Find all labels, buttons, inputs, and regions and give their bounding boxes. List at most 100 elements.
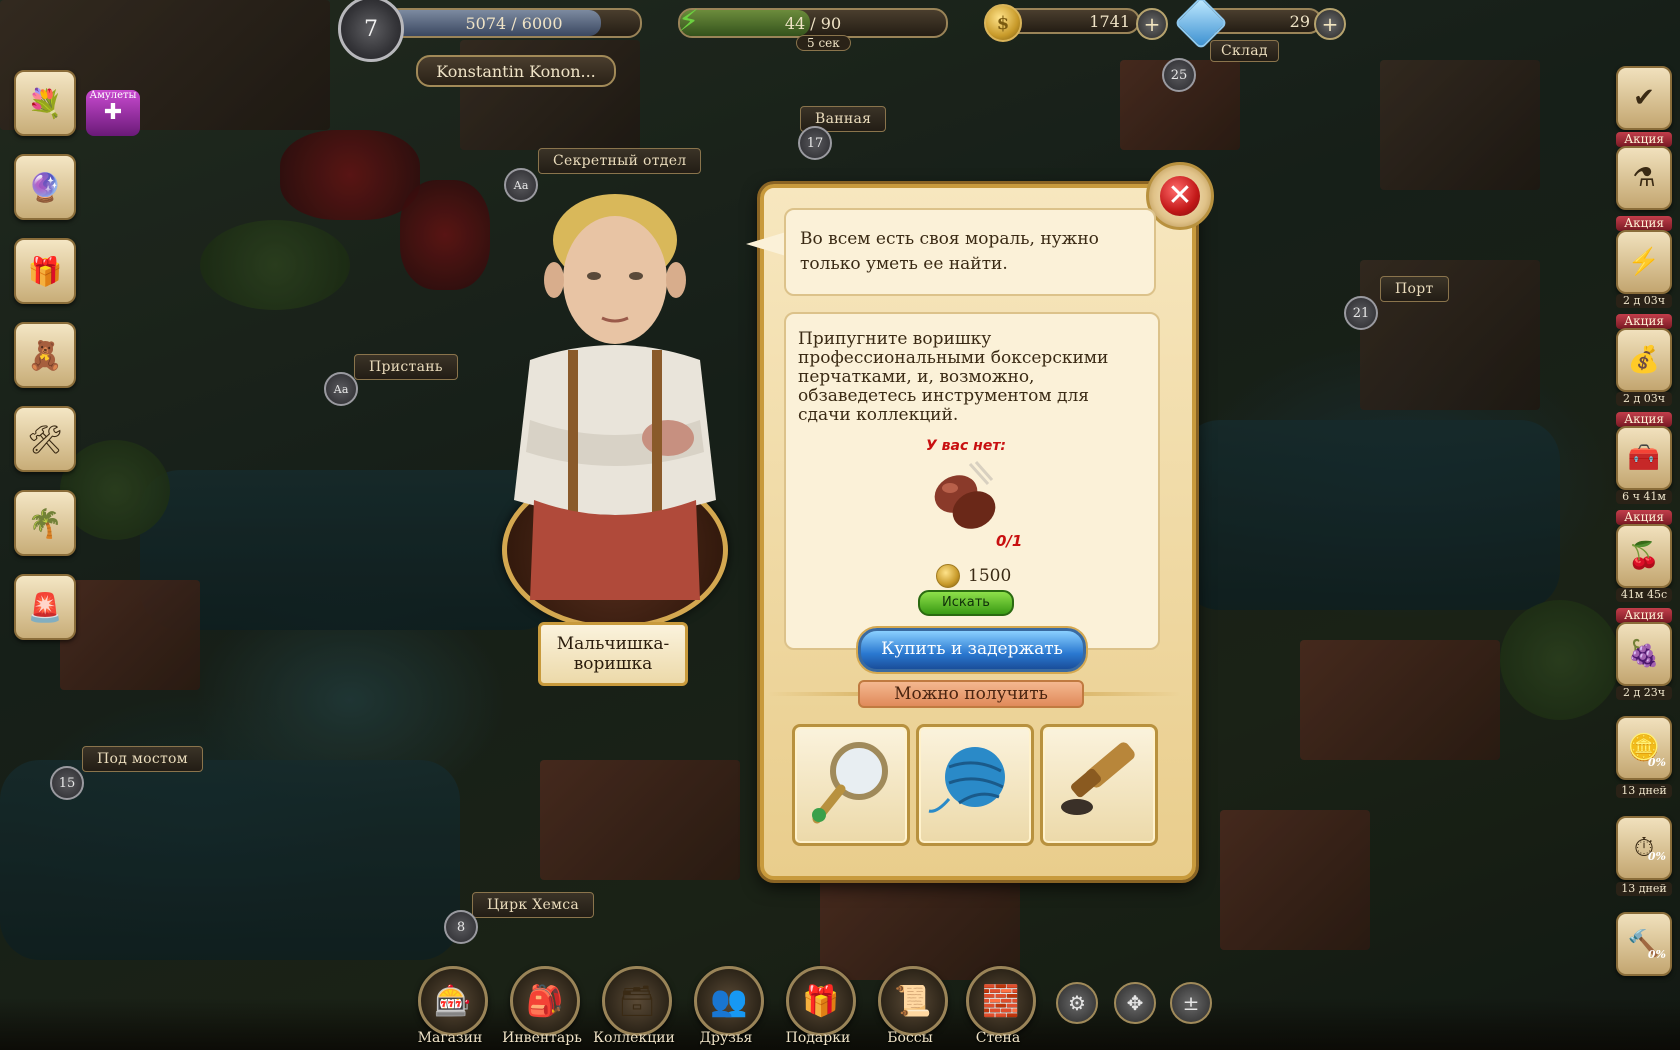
gift-icon: 🎁 (27, 254, 63, 288)
close-icon: ✕ (1160, 176, 1200, 216)
spyglass-icon (1061, 742, 1135, 815)
item-price-value: 1500 (968, 566, 1012, 586)
reward-slot-2[interactable] (916, 724, 1034, 846)
right-button-check[interactable]: ✔ (1616, 66, 1672, 130)
gifts-label: Подарки (785, 1030, 851, 1046)
promo-tag: Акция (1616, 314, 1672, 329)
promo-button-2[interactable]: ⚡ (1616, 230, 1672, 294)
buy-and-arrest-button[interactable]: Купить и задержать (858, 628, 1086, 672)
siren-icon: 🚨 (27, 590, 63, 624)
xp-bar: 5074 / 6000 (386, 8, 642, 38)
search-button[interactable]: Искать (918, 590, 1014, 616)
settings-button[interactable]: ⚙ (1056, 982, 1098, 1024)
warehouse-label[interactable]: Склад (1210, 40, 1279, 62)
inventory-icon: 🎒 (526, 983, 564, 1019)
location-label-under-bridge[interactable]: Под мостом (82, 746, 203, 772)
zoom-button[interactable]: ± (1170, 982, 1212, 1024)
progress-button-2[interactable]: ⏱ (1616, 816, 1672, 880)
shop-button[interactable]: 🎰 (418, 966, 488, 1036)
bosses-button[interactable]: 📜 (878, 966, 948, 1036)
progress-percent: 0% (1647, 948, 1666, 961)
coins-value: 1741 (1089, 11, 1130, 31)
friends-icon: 👥 (710, 983, 748, 1019)
side-button-palm[interactable]: 🌴 (14, 490, 76, 556)
coin-icon (936, 564, 960, 588)
xp-text: 5074 / 6000 (465, 13, 563, 33)
progress-timer: 13 дней (1616, 784, 1672, 798)
side-button-gift[interactable]: 🎁 (14, 238, 76, 304)
boxing-gloves-icon[interactable] (926, 454, 1006, 534)
yarn-ball-icon (928, 747, 1005, 813)
location-label-pier[interactable]: Пристань (354, 354, 458, 380)
fullscreen-button[interactable]: ✥ (1114, 982, 1156, 1024)
rewards-header: Можно получить (858, 680, 1084, 708)
promo-tag: Акция (1616, 608, 1672, 623)
task-panel: Припугните воришку профессиональными бок… (784, 312, 1160, 650)
promo-button-1[interactable]: ⚗ (1616, 146, 1672, 210)
amulets-button[interactable]: 💐 (14, 70, 76, 136)
task-description: Припугните воришку профессиональными бок… (798, 329, 1109, 425)
progress-percent: 0% (1647, 850, 1666, 863)
gifts-button[interactable]: 🎁 (786, 966, 856, 1036)
amulets-panel[interactable]: Амулеты ✚ (86, 90, 140, 136)
item-price: 1500 (936, 564, 1011, 588)
bosses-icon: 📜 (894, 983, 932, 1019)
promo-tag: Акция (1616, 216, 1672, 231)
add-gems-button[interactable]: + (1314, 8, 1346, 40)
doll-icon: 🧸 (27, 338, 63, 372)
friends-button[interactable]: 👥 (694, 966, 764, 1036)
promo-button-4[interactable]: 🧰 (1616, 426, 1672, 490)
character-quote: Во всем есть своя мораль, нужно только у… (784, 208, 1156, 296)
side-button-tools[interactable]: 🛠 (14, 406, 76, 472)
energy-text: 44 / 90 (784, 13, 842, 33)
magnifier-icon (812, 742, 888, 824)
location-label-port[interactable]: Порт (1380, 276, 1449, 302)
speech-bubble-tail (746, 232, 786, 256)
location-label-secret-department[interactable]: Секретный отдел (538, 148, 702, 174)
potion-icon: ⚗ (1632, 163, 1656, 193)
side-button-globe[interactable]: 🔮 (14, 154, 76, 220)
gifts-icon: 🎁 (802, 983, 840, 1019)
location-level-badge: 15 (50, 766, 84, 800)
coin-icon: $ (984, 4, 1022, 42)
fruit-bowl-icon: 🍇 (1627, 639, 1661, 669)
location-level-badge: 21 (1344, 296, 1378, 330)
player-name-plate[interactable]: Konstantin Konon... (416, 55, 616, 87)
reward-slot-3[interactable] (1040, 724, 1158, 846)
promo-tag: Акция (1616, 412, 1672, 427)
wall-label: Стена (975, 1030, 1021, 1046)
plus-icon: ✚ (103, 100, 123, 125)
reward-slot-1[interactable] (792, 724, 910, 846)
side-button-siren[interactable]: 🚨 (14, 574, 76, 640)
warehouse-level-badge: 25 (1162, 58, 1196, 92)
promo-button-5[interactable]: 🍒 (1616, 524, 1672, 588)
progress-percent: 0% (1647, 756, 1666, 769)
promo-button-3[interactable]: 💰 (1616, 328, 1672, 392)
wall-icon: 🧱 (982, 983, 1020, 1019)
berries-icon: 🍒 (1627, 541, 1661, 571)
promo-timer: 2 д 03ч (1616, 392, 1672, 406)
collections-label: Коллекции (593, 1030, 675, 1046)
add-coins-button[interactable]: + (1136, 8, 1168, 40)
lightning-icon: ⚡ (1627, 247, 1661, 277)
promo-tag: Акция (1616, 132, 1672, 147)
progress-button-3[interactable]: 🔨 (1616, 912, 1672, 976)
bosses-label: Боссы (887, 1030, 933, 1046)
location-level-badge: Аа (324, 372, 358, 406)
promo-timer: 41м 45с (1616, 588, 1672, 602)
shop-icon: 🎰 (434, 983, 472, 1019)
promo-button-6[interactable]: 🍇 (1616, 622, 1672, 686)
inventory-button[interactable]: 🎒 (510, 966, 580, 1036)
progress-button-1[interactable]: 🪙 (1616, 716, 1672, 780)
collections-button[interactable]: 🗃 (602, 966, 672, 1036)
side-button-doll[interactable]: 🧸 (14, 322, 76, 388)
collections-icon: 🗃 (617, 983, 657, 1019)
location-label-holmes-circus[interactable]: Цирк Хемса (472, 892, 595, 918)
promo-timer: 2 д 03ч (1616, 294, 1672, 308)
gear-icon: ⚙ (1068, 991, 1086, 1015)
inventory-label: Инвентарь (502, 1030, 582, 1046)
item-count: 0/1 (996, 532, 1023, 550)
chest-icon: 💰 (1627, 345, 1661, 375)
wall-button[interactable]: 🧱 (966, 966, 1036, 1036)
close-dialog-button[interactable]: ✕ (1146, 162, 1214, 230)
